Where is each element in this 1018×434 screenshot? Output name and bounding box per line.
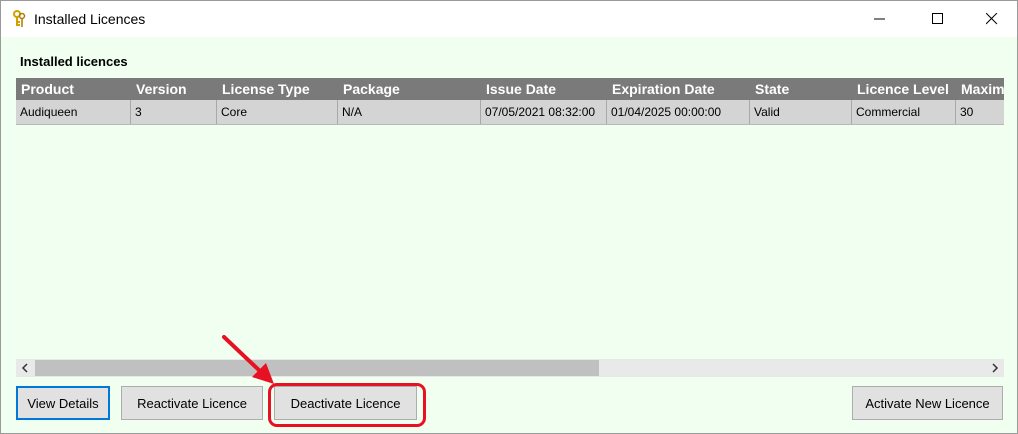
- window-title: Installed Licences: [34, 11, 146, 27]
- scroll-left-button[interactable]: [16, 359, 34, 377]
- column-header-license-type[interactable]: License Type: [217, 78, 338, 100]
- scroll-thumb[interactable]: [35, 360, 599, 376]
- close-button[interactable]: [969, 1, 1015, 37]
- maximize-icon: [932, 13, 943, 24]
- view-details-button[interactable]: View Details: [16, 386, 110, 420]
- close-icon: [986, 13, 998, 25]
- cell-maximum: 30: [956, 100, 1004, 124]
- column-header-package[interactable]: Package: [338, 78, 481, 100]
- title-bar: Installed Licences: [1, 1, 1017, 37]
- cell-license-type: Core: [217, 100, 338, 124]
- column-header-maximum[interactable]: Maxim: [956, 78, 1004, 100]
- grid-header: Product Version License Type Package Iss…: [16, 78, 1004, 100]
- column-header-product[interactable]: Product: [16, 78, 131, 100]
- cell-product: Audiqueen: [16, 100, 131, 124]
- column-header-licence-level[interactable]: Licence Level: [852, 78, 956, 100]
- chevron-left-icon: [21, 363, 28, 373]
- cell-expiration-date: 01/04/2025 00:00:00: [607, 100, 750, 124]
- reactivate-licence-button[interactable]: Reactivate Licence: [121, 386, 263, 420]
- cell-state: Valid: [750, 100, 852, 124]
- activate-new-licence-button[interactable]: Activate New Licence: [852, 386, 1003, 420]
- column-header-state[interactable]: State: [750, 78, 852, 100]
- minimize-icon: [874, 18, 885, 20]
- cell-issue-date: 07/05/2021 08:32:00: [481, 100, 607, 124]
- column-header-version[interactable]: Version: [131, 78, 217, 100]
- installed-licences-window: Installed Licences Installed licences Pr…: [0, 0, 1018, 434]
- chevron-right-icon: [992, 363, 999, 373]
- scroll-right-button[interactable]: [986, 359, 1004, 377]
- keys-icon: [11, 10, 27, 28]
- licences-grid[interactable]: Product Version License Type Package Iss…: [16, 78, 1004, 358]
- cell-licence-level: Commercial: [852, 100, 956, 124]
- horizontal-scrollbar[interactable]: [16, 359, 1004, 377]
- table-row[interactable]: Audiqueen 3 Core N/A 07/05/2021 08:32:00…: [16, 100, 1004, 125]
- column-header-expiration-date[interactable]: Expiration Date: [607, 78, 750, 100]
- cell-package: N/A: [338, 100, 481, 124]
- annotation-arrow-icon: [222, 335, 274, 384]
- column-header-issue-date[interactable]: Issue Date: [481, 78, 607, 100]
- cell-version: 3: [131, 100, 217, 124]
- section-label: Installed licences: [20, 54, 128, 69]
- maximize-button[interactable]: [915, 1, 961, 37]
- highlight-box: [268, 383, 426, 427]
- minimize-button[interactable]: [857, 1, 903, 37]
